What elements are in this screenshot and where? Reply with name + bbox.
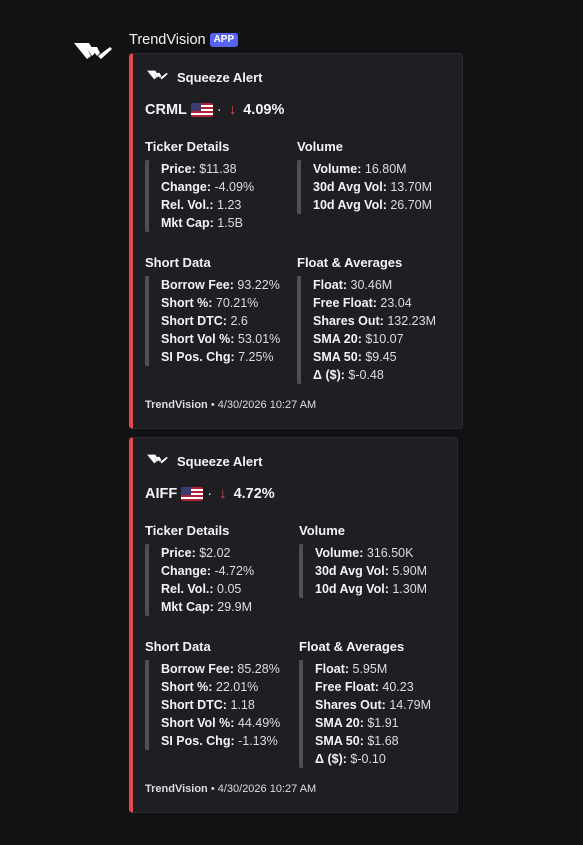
ticker-details-field: Ticker Details Price: $11.38 Change: -4.… bbox=[145, 138, 254, 232]
embed-author: Squeeze Alert bbox=[147, 68, 263, 86]
field-line: Shares Out: 14.79M bbox=[315, 698, 432, 712]
title-separator: · bbox=[216, 101, 222, 118]
field-title: Short Data bbox=[145, 639, 211, 654]
alert-embed: Squeeze Alert AIFF · ↓ 4.72% Ticker Deta… bbox=[129, 437, 458, 813]
field-line: Mkt Cap: 29.9M bbox=[161, 600, 252, 614]
embed-author-name: Squeeze Alert bbox=[177, 453, 263, 469]
field-line: Rel. Vol.: 0.05 bbox=[161, 582, 242, 596]
field-line: SMA 50: $1.68 bbox=[315, 734, 399, 748]
field-line: Float: 5.95M bbox=[315, 662, 388, 676]
embed-title: CRML · ↓ 4.09% bbox=[145, 101, 284, 118]
field-title: Ticker Details bbox=[145, 523, 230, 538]
ticker-symbol: AIFF bbox=[145, 485, 178, 502]
field-line: Price: $11.38 bbox=[161, 162, 237, 176]
footer-name: TrendVision bbox=[145, 783, 208, 795]
field-line: Short DTC: 1.18 bbox=[161, 698, 255, 712]
field-value-block: Price: $11.38 Change: -4.09% Rel. Vol.: … bbox=[145, 160, 254, 232]
embed-footer: TrendVision • 4/30/2026 10:27 AM bbox=[145, 399, 316, 411]
field-title: Volume bbox=[297, 139, 343, 154]
field-line: SMA 20: $10.07 bbox=[313, 332, 404, 346]
field-line: Rel. Vol.: 1.23 bbox=[161, 198, 242, 212]
field-value-block: Float: 30.46M Free Float: 23.04 Shares O… bbox=[297, 276, 436, 384]
volume-field: Volume Volume: 316.50K 30d Avg Vol: 5.90… bbox=[299, 522, 427, 598]
field-line: Δ ($): $-0.48 bbox=[313, 368, 384, 382]
field-line: Price: $2.02 bbox=[161, 546, 231, 560]
change-percent: 4.09% bbox=[243, 101, 285, 118]
footer-timestamp: • 4/30/2026 10:27 AM bbox=[207, 399, 317, 411]
field-value-block: Float: 5.95M Free Float: 40.23 Shares Ou… bbox=[299, 660, 431, 768]
volume-field: Volume Volume: 16.80M 30d Avg Vol: 13.70… bbox=[297, 138, 432, 214]
field-title: Volume bbox=[299, 523, 345, 538]
field-line: 30d Avg Vol: 5.90M bbox=[315, 564, 428, 578]
field-line: Free Float: 23.04 bbox=[313, 296, 412, 310]
field-line: Free Float: 40.23 bbox=[315, 680, 414, 694]
footer-timestamp: • 4/30/2026 10:27 AM bbox=[207, 783, 317, 795]
field-line: Borrow Fee: 93.22% bbox=[161, 278, 280, 292]
title-separator: · bbox=[207, 485, 213, 502]
float-averages-field: Float & Averages Float: 5.95M Free Float… bbox=[299, 638, 431, 768]
field-line: 30d Avg Vol: 13.70M bbox=[313, 180, 433, 194]
field-line: Change: -4.09% bbox=[161, 180, 255, 194]
field-line: Borrow Fee: 85.28% bbox=[161, 662, 280, 676]
field-title: Short Data bbox=[145, 255, 211, 270]
trendvision-logo-icon bbox=[147, 68, 169, 86]
field-title: Float & Averages bbox=[299, 639, 405, 654]
down-arrow-icon: ↓ bbox=[228, 101, 237, 118]
field-line: SMA 50: $9.45 bbox=[313, 350, 397, 364]
message-header: TrendVision APP bbox=[129, 31, 239, 49]
field-value-block: Borrow Fee: 85.28% Short %: 22.01% Short… bbox=[145, 660, 280, 750]
field-line: SI Pos. Chg: -1.13% bbox=[161, 734, 278, 748]
field-title: Ticker Details bbox=[145, 139, 230, 154]
us-flag-icon bbox=[181, 486, 204, 501]
short-data-field: Short Data Borrow Fee: 85.28% Short %: 2… bbox=[145, 638, 280, 750]
short-data-field: Short Data Borrow Fee: 93.22% Short %: 7… bbox=[145, 254, 280, 366]
embed-author: Squeeze Alert bbox=[147, 452, 263, 470]
ticker-details-field: Ticker Details Price: $2.02 Change: -4.7… bbox=[145, 522, 254, 616]
field-line: Mkt Cap: 1.5B bbox=[161, 216, 243, 230]
trendvision-logo-icon bbox=[147, 452, 169, 470]
field-line: Short %: 70.21% bbox=[161, 296, 259, 310]
field-line: 10d Avg Vol: 1.30M bbox=[315, 582, 428, 596]
field-line: SI Pos. Chg: 7.25% bbox=[161, 350, 274, 364]
field-value-block: Volume: 16.80M 30d Avg Vol: 13.70M 10d A… bbox=[297, 160, 432, 214]
field-line: Short DTC: 2.6 bbox=[161, 314, 248, 328]
field-line: Float: 30.46M bbox=[313, 278, 393, 292]
field-value-block: Borrow Fee: 93.22% Short %: 70.21% Short… bbox=[145, 276, 280, 366]
field-line: 10d Avg Vol: 26.70M bbox=[313, 198, 433, 212]
field-line: Volume: 16.80M bbox=[313, 162, 407, 176]
footer-name: TrendVision bbox=[145, 399, 208, 411]
field-line: Short Vol %: 53.01% bbox=[161, 332, 281, 346]
embed-footer: TrendVision • 4/30/2026 10:27 AM bbox=[145, 783, 316, 795]
trendvision-logo-icon[interactable] bbox=[74, 40, 114, 62]
field-value-block: Volume: 316.50K 30d Avg Vol: 5.90M 10d A… bbox=[299, 544, 427, 598]
float-averages-field: Float & Averages Float: 30.46M Free Floa… bbox=[297, 254, 436, 384]
field-line: Change: -4.72% bbox=[161, 564, 255, 578]
field-title: Float & Averages bbox=[297, 255, 403, 270]
change-percent: 4.72% bbox=[233, 485, 275, 502]
username[interactable]: TrendVision bbox=[129, 32, 206, 48]
field-line: Short Vol %: 44.49% bbox=[161, 716, 281, 730]
embed-title: AIFF · ↓ 4.72% bbox=[145, 485, 275, 502]
us-flag-icon bbox=[190, 102, 213, 117]
field-line: SMA 20: $1.91 bbox=[315, 716, 399, 730]
field-line: Short %: 22.01% bbox=[161, 680, 259, 694]
down-arrow-icon: ↓ bbox=[219, 485, 227, 502]
field-line: Δ ($): $-0.10 bbox=[315, 752, 386, 766]
alert-embed: Squeeze Alert CRML · ↓ 4.09% Ticker Deta… bbox=[129, 53, 463, 429]
field-line: Shares Out: 132.23M bbox=[313, 314, 436, 328]
app-badge: APP bbox=[209, 33, 239, 47]
field-value-block: Price: $2.02 Change: -4.72% Rel. Vol.: 0… bbox=[145, 544, 254, 616]
field-line: Volume: 316.50K bbox=[315, 546, 414, 560]
embed-author-name: Squeeze Alert bbox=[177, 69, 263, 85]
ticker-symbol: CRML bbox=[145, 101, 187, 118]
